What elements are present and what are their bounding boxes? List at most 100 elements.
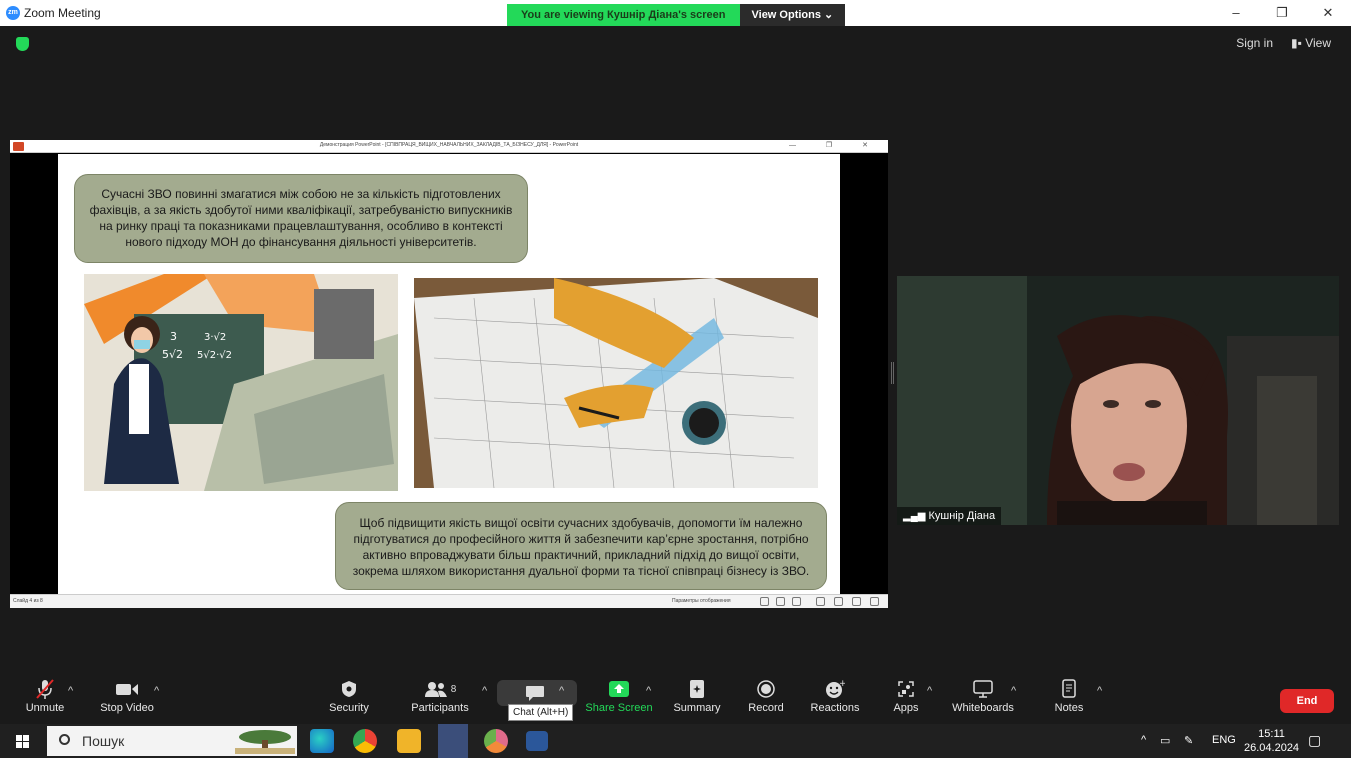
teacher-image: 3 5√2 3·√2 5√2·√2 xyxy=(84,274,398,491)
search-icon xyxy=(59,734,70,745)
encryption-shield-icon[interactable] xyxy=(16,37,29,51)
title-bar: zm Zoom Meeting You are viewing Кушнір Д… xyxy=(0,0,1351,26)
participants-button[interactable]: 8 Participants xyxy=(410,676,470,724)
whiteboards-button[interactable]: Whiteboards xyxy=(950,676,1016,724)
muted-microphone-icon xyxy=(34,676,56,702)
powerpoint-title-bar: Демонстрация PowerPoint - [СПІВПРАЦЯ_ВИЩ… xyxy=(10,140,888,153)
photos-app-icon[interactable] xyxy=(484,729,508,753)
end-meeting-button[interactable]: End xyxy=(1280,689,1334,713)
video-camera-icon xyxy=(115,676,139,702)
share-screen-label: Share Screen xyxy=(585,702,653,714)
normal-view-icon xyxy=(816,597,825,606)
chat-options-chevron-icon[interactable]: ^ xyxy=(559,685,564,697)
stop-video-button[interactable]: Stop Video xyxy=(98,676,156,724)
participants-count: 8 xyxy=(450,683,457,695)
shared-screen[interactable]: Демонстрация PowerPoint - [СПІВПРАЦЯ_ВИЩ… xyxy=(10,140,888,608)
search-highlight-tree-icon xyxy=(235,730,295,754)
view-button[interactable]: ▮▪ View xyxy=(1291,36,1331,50)
participants-options-chevron-icon[interactable]: ^ xyxy=(482,685,487,697)
taskbar-clock[interactable]: 15:11 26.04.2024 xyxy=(1244,727,1299,755)
participants-icon: 8 xyxy=(424,676,457,702)
display-params: Параметры отображения xyxy=(672,598,731,604)
minimize-button[interactable]: – xyxy=(1213,0,1259,26)
sign-in-button[interactable]: Sign in xyxy=(1236,36,1273,50)
view-button-label: View xyxy=(1305,36,1331,50)
slide-sorter-icon xyxy=(776,597,785,606)
edge-browser-icon[interactable] xyxy=(310,729,334,753)
word-icon[interactable] xyxy=(526,731,548,751)
powerpoint-status-bar: Слайд 4 из 8 Параметры отображения xyxy=(10,594,888,608)
participant-video[interactable]: ▂▄▆ Кушнір Діана xyxy=(897,276,1339,525)
slide-number: Слайд 4 из 8 xyxy=(13,598,43,604)
windows-start-icon[interactable] xyxy=(16,735,29,748)
meeting-stage: Sign in ▮▪ View Демонстрация PowerPoint … xyxy=(0,26,1351,676)
svg-text:3: 3 xyxy=(170,330,177,343)
participant-name-label: ▂▄▆ Кушнір Діана xyxy=(897,507,1002,525)
summary-icon xyxy=(689,676,705,702)
security-button[interactable]: Security xyxy=(326,676,372,724)
svg-text:5√2: 5√2 xyxy=(162,348,183,361)
viewing-banner: You are viewing Кушнір Діана's screen Vi… xyxy=(507,4,846,26)
slide-text-top: Сучасні ЗВО повинні змагатися між собою … xyxy=(74,174,528,263)
audio-options-chevron-icon[interactable]: ^ xyxy=(68,685,73,697)
reading-view-icon xyxy=(852,597,861,606)
sorter-view-icon xyxy=(834,597,843,606)
file-explorer-icon[interactable] xyxy=(397,729,421,753)
blueprint-illustration xyxy=(414,278,818,488)
notifications-icon[interactable]: ▢ xyxy=(1308,732,1321,749)
video-options-chevron-icon[interactable]: ^ xyxy=(154,685,159,697)
unmute-button[interactable]: Unmute xyxy=(22,676,68,724)
whiteboards-options-chevron-icon[interactable]: ^ xyxy=(1011,685,1016,697)
language-indicator[interactable]: ENG xyxy=(1212,734,1236,746)
record-label: Record xyxy=(748,702,784,714)
taskbar-search[interactable]: Пошук xyxy=(47,726,297,756)
notes-button[interactable]: Notes xyxy=(1052,676,1086,724)
apps-icon xyxy=(897,676,915,702)
zoom-taskbar-icon[interactable] xyxy=(438,724,468,758)
whiteboards-label: Whiteboards xyxy=(952,702,1014,714)
notes-options-chevron-icon[interactable]: ^ xyxy=(1097,685,1102,697)
svg-text:5√2·√2: 5√2·√2 xyxy=(197,350,232,361)
apps-options-chevron-icon[interactable]: ^ xyxy=(927,685,932,697)
summary-label: Summary xyxy=(673,702,721,714)
unmute-label: Unmute xyxy=(25,702,65,714)
close-button[interactable]: ✕ xyxy=(1305,0,1351,26)
split-divider-handle[interactable] xyxy=(891,362,894,384)
participants-label: Participants xyxy=(411,702,469,714)
clock-date: 26.04.2024 xyxy=(1244,742,1300,754)
network-icon[interactable]: ▭ xyxy=(1160,734,1170,747)
share-options-chevron-icon[interactable]: ^ xyxy=(646,685,651,697)
window-controls: – ❐ ✕ xyxy=(1213,0,1351,26)
chat-button[interactable]: ^ xyxy=(497,680,577,706)
share-screen-button[interactable]: Share Screen xyxy=(585,676,653,724)
teacher-illustration: 3 5√2 3·√2 5√2·√2 xyxy=(84,274,398,491)
restore-button[interactable]: ❐ xyxy=(1259,0,1305,26)
view-options-button[interactable]: View Options ⌄ xyxy=(739,4,846,26)
tray-expand-chevron-icon[interactable]: ^ xyxy=(1141,734,1146,746)
chat-tooltip: Chat (Alt+H) xyxy=(508,704,574,721)
apps-label: Apps xyxy=(893,702,919,714)
summary-button[interactable]: Summary xyxy=(672,676,722,724)
prev-slide-icon xyxy=(760,597,769,606)
participant-video-frame xyxy=(897,276,1339,525)
smiley-icon: + xyxy=(825,676,845,702)
zoom-window: zm Zoom Meeting You are viewing Кушнір Д… xyxy=(0,0,1351,758)
search-placeholder: Пошук xyxy=(82,733,125,749)
record-button[interactable]: Record xyxy=(746,676,786,724)
participant-name: Кушнір Діана xyxy=(928,510,996,522)
slide: Сучасні ЗВО повинні змагатися між собою … xyxy=(58,154,840,594)
share-screen-icon xyxy=(608,676,630,702)
whiteboard-icon xyxy=(973,676,993,702)
apps-button[interactable]: Apps xyxy=(890,676,922,724)
shield-icon xyxy=(341,676,357,702)
chrome-icon[interactable] xyxy=(353,729,377,753)
notes-icon xyxy=(1061,676,1077,702)
meeting-toolbar: Unmute ^ Stop Video ^ Security 8 Partici… xyxy=(0,676,1351,724)
signal-strength-icon: ▂▄▆ xyxy=(903,511,926,522)
viewing-screen-label: You are viewing Кушнір Діана's screen xyxy=(507,4,740,26)
clock-time: 15:11 xyxy=(1258,728,1285,740)
reactions-button[interactable]: + Reactions xyxy=(810,676,860,724)
pen-icon[interactable]: ✎ xyxy=(1184,734,1193,747)
record-icon xyxy=(757,676,775,702)
stop-video-label: Stop Video xyxy=(100,702,154,714)
